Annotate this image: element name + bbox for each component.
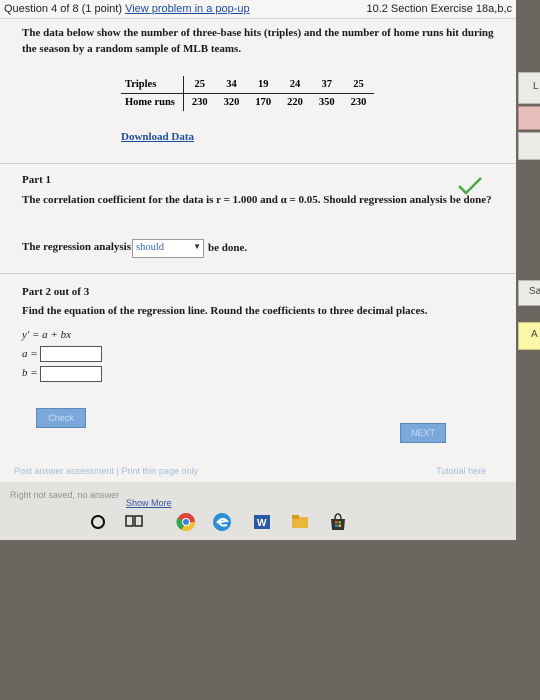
divider	[0, 163, 516, 164]
table-cell: 350	[318, 97, 335, 108]
a-input[interactable]	[40, 346, 102, 362]
table-cell: 320	[223, 97, 240, 108]
show-more-link[interactable]: Show More	[126, 498, 172, 508]
part1-question: The correlation coefficient for the data…	[22, 194, 492, 206]
store-icon[interactable]	[328, 512, 348, 532]
side-tab-pink[interactable]	[518, 106, 540, 130]
chevron-down-icon: ▼	[193, 242, 201, 251]
word-icon[interactable]: W	[252, 512, 272, 532]
part2-title: Part 2 out of 3	[22, 286, 90, 298]
task-view-icon[interactable]	[124, 512, 144, 532]
check-button[interactable]: Check	[36, 408, 86, 428]
cortana-icon[interactable]	[88, 512, 108, 532]
table-cell: 25	[342, 76, 375, 94]
download-data-link[interactable]: Download Data	[121, 131, 194, 143]
data-table: Triples 25 34 19 24 37 25 Home runs 230 …	[121, 76, 375, 111]
be-done-text: be done.	[208, 242, 248, 254]
regression-label: The regression analysis	[22, 241, 131, 253]
table-cell: 230	[191, 97, 208, 108]
check-mark-icon	[458, 177, 482, 195]
table-cell: 25	[183, 76, 216, 94]
regression-select[interactable]: should ▼	[132, 239, 204, 258]
table-cell: 230	[350, 97, 367, 108]
question-header: Question 4 of 8 (1 point) View problem i…	[0, 0, 516, 19]
table-cell: 37	[310, 76, 343, 94]
part2-question: Find the equation of the regression line…	[22, 305, 428, 317]
svg-text:W: W	[257, 518, 267, 529]
triples-label: Triples	[121, 76, 184, 94]
popup-link[interactable]: View problem in a pop-up	[125, 3, 250, 15]
tutorial-link[interactable]: Tutorial here	[436, 466, 486, 476]
side-tab-a[interactable]: A	[518, 322, 540, 350]
faded-status: Right not saved, no answer	[10, 490, 120, 500]
regression-equation: y' = a + bx	[22, 329, 71, 341]
side-tab-blank[interactable]	[518, 132, 540, 160]
select-value: should	[136, 242, 165, 253]
problem-prompt: The data below show the number of three-…	[22, 27, 494, 55]
side-tab-l[interactable]: L	[518, 72, 540, 104]
file-explorer-icon[interactable]	[290, 512, 310, 532]
table-cell: 24	[279, 76, 311, 94]
table-cell: 19	[247, 76, 280, 94]
chrome-icon[interactable]	[176, 512, 196, 532]
part1-title: Part 1	[22, 174, 52, 186]
home-runs-label: Home runs	[121, 93, 184, 111]
section-label: 10.2 Section Exercise 18a,b,c	[366, 3, 512, 15]
table-cell: 34	[215, 76, 248, 94]
question-info: Question 4 of 8 (1 point) View problem i…	[4, 3, 250, 15]
b-input[interactable]	[40, 366, 102, 382]
divider	[0, 273, 516, 274]
footer-links[interactable]: Post answer assessment | Print this page…	[14, 466, 198, 476]
next-button[interactable]: NEXT	[400, 423, 446, 443]
a-label: a =	[22, 348, 38, 360]
table-cell: 220	[287, 97, 303, 108]
side-tab-sa[interactable]: Sa	[518, 280, 540, 306]
table-cell: 170	[255, 97, 272, 108]
edge-icon[interactable]	[212, 512, 232, 532]
browser-screen: Question 4 of 8 (1 point) View problem i…	[0, 0, 516, 482]
b-label: b =	[22, 367, 38, 379]
